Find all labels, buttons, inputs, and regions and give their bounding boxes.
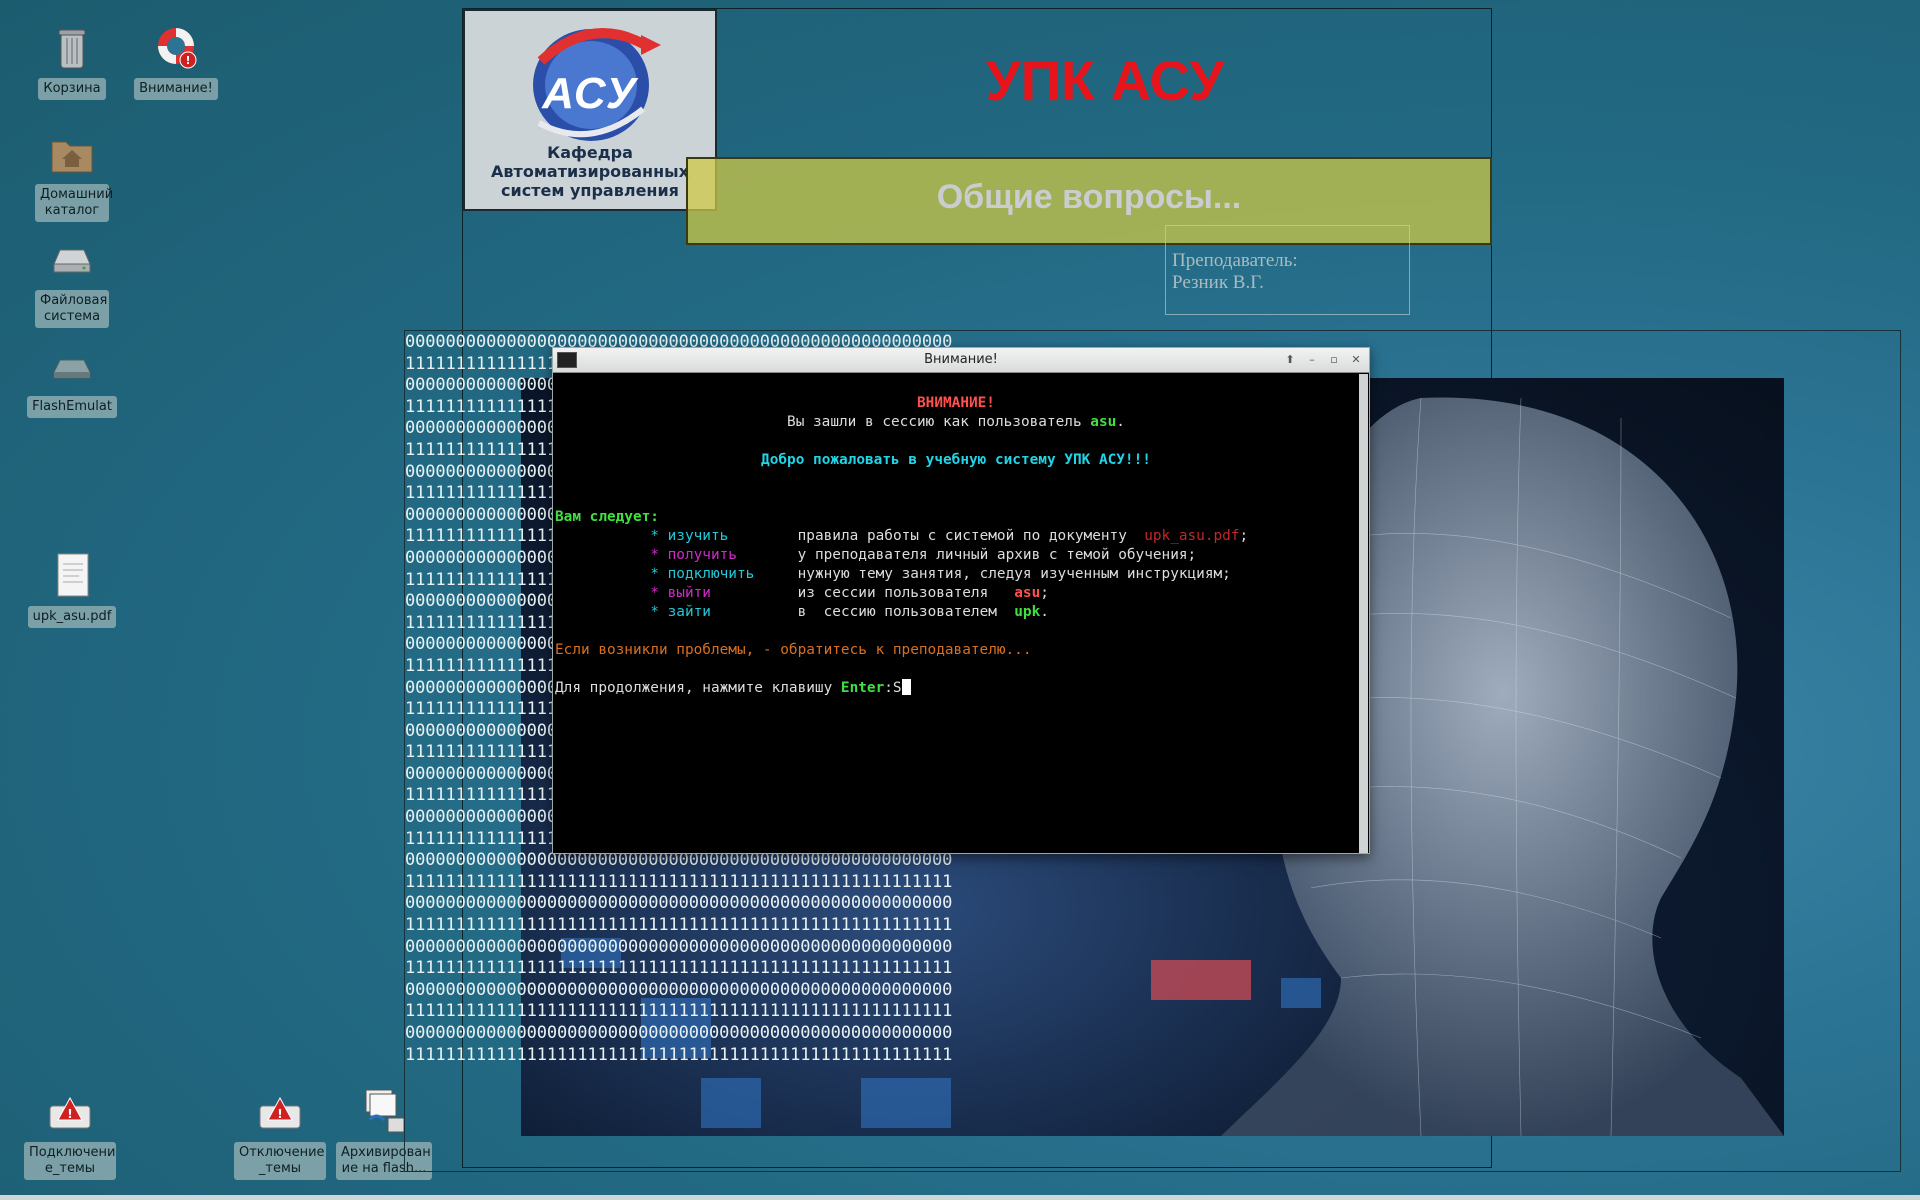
teacher-name: Резник В.Г. [1172, 272, 1264, 293]
department-line-3: систем управления [501, 181, 679, 200]
desktop-icon-label: upk_asu.pdf [27, 606, 117, 628]
window-titlebar[interactable]: Внимание! ⬆ – ▫ ✕ [553, 348, 1369, 373]
desktop-icon-label: FlashEmulat [27, 396, 117, 418]
drive-icon [48, 342, 96, 390]
teacher-box: Преподаватель: Резник В.Г. [1165, 225, 1410, 315]
svg-text:!: ! [67, 1107, 72, 1121]
home-folder-icon [48, 130, 96, 178]
step-verb: изучить [667, 528, 729, 544]
session-user: asu [1090, 414, 1117, 430]
step-text: в сессию пользователем [797, 604, 1015, 620]
lifebuoy-icon: ! [152, 24, 200, 72]
step-list: * изучить правила работы с системой по до… [650, 528, 1249, 620]
warning-heading: ВНИМАНИЕ! [917, 395, 995, 411]
section-title: Общие вопросы... [936, 178, 1242, 216]
step-text: у преподавателя личный архив с темой обу… [797, 547, 1197, 563]
step-tail: ; [1040, 585, 1049, 601]
desktop-icon-pdf[interactable]: upk_asu.pdf [26, 552, 118, 628]
should-heading: Вам следует: [555, 509, 659, 525]
step-extra: asu [1014, 585, 1041, 601]
step-verb: зайти [667, 604, 711, 620]
step-extra: upk_asu.pdf [1144, 528, 1240, 544]
archive-icon [360, 1088, 408, 1136]
department-name: Кафедра Автоматизированных систем управл… [465, 143, 715, 200]
desktop-icon-label: Внимание! [134, 78, 218, 100]
continue-key: Enter [840, 680, 885, 696]
problems-line: Если возникли проблемы, - обратитесь к п… [555, 642, 1032, 658]
session-prefix: Вы зашли в сессию как пользователь [787, 414, 1091, 430]
desktop-icon-trash[interactable]: Корзина [26, 24, 118, 100]
step-verb: выйти [667, 585, 711, 601]
continue-prefix: Для продолжения, нажмите клавишу [555, 680, 841, 696]
page-title: УПК АСУ [985, 49, 1225, 112]
step-tail: . [1040, 604, 1049, 620]
step-extra: upk [1014, 604, 1041, 620]
desktop-icon-label: Домашний каталог [35, 184, 113, 222]
warning-drive-icon: ! [46, 1088, 94, 1136]
step-verb: подключить [667, 566, 755, 582]
warning-drive-icon: ! [256, 1088, 304, 1136]
department-line-1: Кафедра [547, 143, 633, 162]
teacher-label: Преподаватель: [1172, 250, 1298, 271]
pdf-document-icon [48, 552, 96, 600]
svg-text:!: ! [277, 1107, 282, 1121]
step-text: нужную тему занятия, следуя изученным ин… [797, 566, 1231, 582]
desktop-icon-label: Отключение _темы [234, 1142, 326, 1180]
desktop-icon-label: Подключени е_темы [24, 1142, 116, 1180]
desktop-icon-connect[interactable]: ! Подключени е_темы [24, 1088, 116, 1180]
step-tail: ; [1239, 528, 1249, 544]
desktop-icon-attention[interactable]: ! Внимание! [130, 24, 222, 100]
step-verb: получить [667, 547, 737, 563]
bottom-edge [0, 1195, 1920, 1200]
department-line-2: Автоматизированных [491, 162, 689, 181]
pin-icon[interactable]: ⬆ [1283, 353, 1297, 367]
window-title: Внимание! [924, 352, 998, 367]
step-text: правила работы с системой по документу [797, 528, 1145, 544]
desktop-icon-disconnect[interactable]: ! Отключение _темы [234, 1088, 326, 1180]
minimize-icon[interactable]: – [1305, 353, 1319, 367]
close-icon[interactable]: ✕ [1349, 353, 1363, 367]
hard-drive-icon [48, 236, 96, 284]
terminal-scrollbar[interactable] [1359, 374, 1368, 853]
welcome-line: Добро пожаловать в учебную систему УПК А… [761, 452, 1151, 468]
step-text: из сессии пользователя [797, 585, 1015, 601]
terminal-window[interactable]: Внимание! ⬆ – ▫ ✕ ВНИМАНИЕ! Вы зашли в се… [552, 347, 1370, 854]
svg-text:!: ! [185, 54, 190, 67]
desktop-icon-label: Корзина [38, 78, 106, 100]
maximize-icon[interactable]: ▫ [1327, 353, 1341, 367]
department-logo: АСУ Кафедра Автоматизированных систем уп… [463, 9, 717, 211]
text-cursor [901, 679, 911, 695]
desktop-icon-label: Файловая система [35, 290, 109, 328]
logo-text: АСУ [542, 69, 638, 118]
trash-icon [48, 24, 96, 72]
continue-input[interactable]: S [893, 680, 902, 696]
desktop-icon-filesystem[interactable]: Файловая система [26, 236, 118, 328]
desktop-icon-home[interactable]: Домашний каталог [26, 130, 118, 222]
terminal-output[interactable]: ВНИМАНИЕ! Вы зашли в сессию как пользоват… [555, 374, 1357, 853]
desktop-icon-flash[interactable]: FlashEmulat [26, 342, 118, 418]
